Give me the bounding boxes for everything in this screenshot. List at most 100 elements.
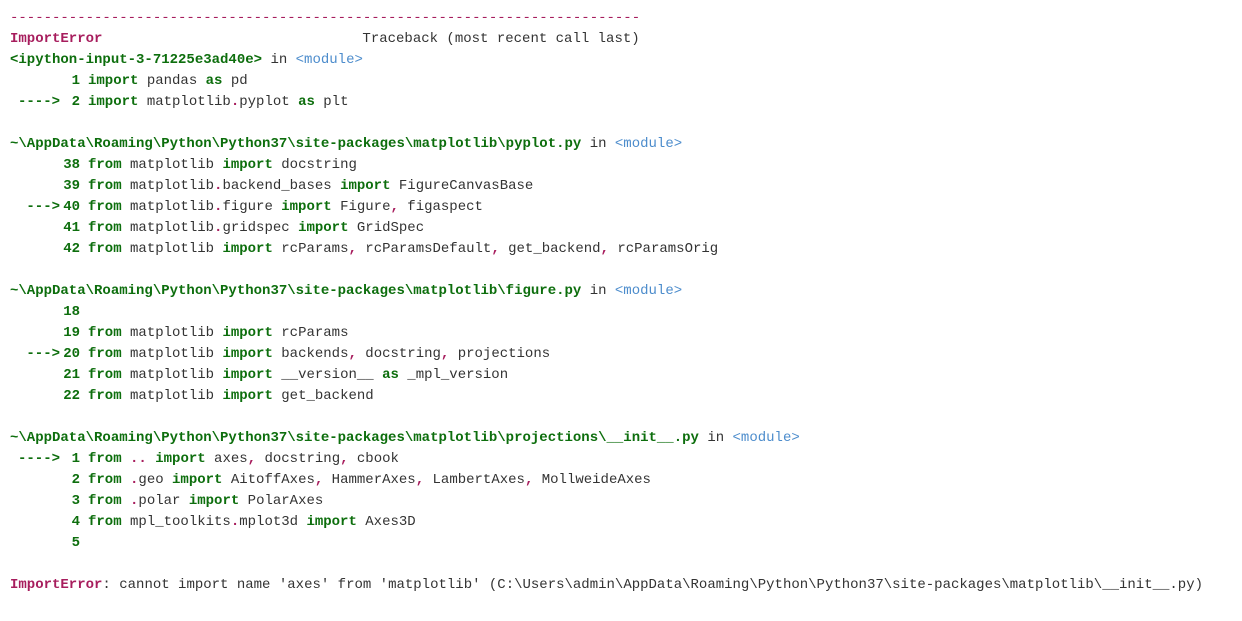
token-kw: from (88, 157, 122, 173)
code-content: from matplotlib import docstring (88, 155, 357, 176)
final-error-colon: : (102, 577, 119, 593)
token-kw: from (88, 451, 122, 467)
code-line: 21from matplotlib import __version__ as … (10, 365, 1232, 386)
line-number: 41 (60, 218, 88, 239)
token-name: docstring (273, 157, 357, 173)
token-kw: from (88, 178, 122, 194)
code-content: from .polar import PolarAxes (88, 491, 323, 512)
token-kw: as (206, 73, 223, 89)
traceback-label: Traceback (most recent call last) (362, 29, 639, 50)
code-content: from matplotlib import rcParams, rcParam… (88, 239, 718, 260)
token-kw: from (88, 514, 122, 530)
token-kw: import (222, 367, 272, 383)
token-name: projections (449, 346, 550, 362)
token-kw: import (340, 178, 390, 194)
code-line: 42from matplotlib import rcParams, rcPar… (10, 239, 1232, 260)
code-line: 3from .polar import PolarAxes (10, 491, 1232, 512)
error-header: ImportError Traceback (most recent call … (10, 29, 1232, 50)
token-kw: import (281, 199, 331, 215)
token-name: pandas (138, 73, 205, 89)
final-error-name: ImportError (10, 577, 102, 593)
token-name: AitoffAxes (222, 472, 314, 488)
token-name (122, 451, 130, 467)
line-number: 40 (60, 197, 88, 218)
token-kw: from (88, 241, 122, 257)
arrow-indicator (10, 323, 60, 344)
token-kw: from (88, 367, 122, 383)
code-line: 39from matplotlib.backend_bases import F… (10, 176, 1232, 197)
frame-module: <module> (615, 283, 682, 299)
code-content: from matplotlib import get_backend (88, 386, 374, 407)
code-content: from matplotlib import __version__ as _m… (88, 365, 508, 386)
frame-module: <module> (615, 136, 682, 152)
token-kw: import (222, 388, 272, 404)
code-line: 38from matplotlib import docstring (10, 155, 1232, 176)
token-name: matplotlib (122, 220, 214, 236)
frames-list: <ipython-input-3-71225e3ad40e> in <modul… (10, 50, 1232, 554)
separator-line: ----------------------------------------… (10, 8, 1232, 29)
frame-path: ~\AppData\Roaming\Python\Python37\site-p… (10, 136, 581, 152)
code-content: import pandas as pd (88, 71, 248, 92)
token-kw: import (222, 241, 272, 257)
token-name: matplotlib (122, 346, 223, 362)
code-line: ----> 1from .. import axes, docstring, c… (10, 449, 1232, 470)
token-name: Axes3D (357, 514, 416, 530)
code-line: 19from matplotlib import rcParams (10, 323, 1232, 344)
token-kw: import (88, 94, 138, 110)
code-line: ---> 20from matplotlib import backends, … (10, 344, 1232, 365)
token-name: pd (222, 73, 247, 89)
frame-header: ~\AppData\Roaming\Python\Python37\site-p… (10, 281, 1232, 302)
token-name: PolarAxes (239, 493, 323, 509)
token-name: backends (273, 346, 349, 362)
frame-header: <ipython-input-3-71225e3ad40e> in <modul… (10, 50, 1232, 71)
code-content: from matplotlib.gridspec import GridSpec (88, 218, 424, 239)
code-line: 41from matplotlib.gridspec import GridSp… (10, 218, 1232, 239)
token-op: , (348, 241, 356, 257)
arrow-indicator (10, 491, 60, 512)
code-line: 4from mpl_toolkits.mplot3d import Axes3D (10, 512, 1232, 533)
token-name (122, 472, 130, 488)
frame-in: in (581, 283, 615, 299)
token-kw: from (88, 325, 122, 341)
token-kw: import (222, 325, 272, 341)
frame-module: <module> (296, 52, 363, 68)
token-name: mplot3d (239, 514, 306, 530)
token-name (122, 493, 130, 509)
line-number: 20 (60, 344, 88, 365)
code-content: from .. import axes, docstring, cbook (88, 449, 399, 470)
token-name: figure (222, 199, 281, 215)
token-name: FigureCanvasBase (390, 178, 533, 194)
token-name: geo (138, 472, 172, 488)
token-kw: as (382, 367, 399, 383)
token-name: matplotlib (122, 157, 223, 173)
token-op: . (231, 94, 239, 110)
frame-module: <module> (733, 430, 800, 446)
token-kw: from (88, 388, 122, 404)
frame-in: in (581, 136, 615, 152)
token-op: , (390, 199, 398, 215)
arrow-indicator (10, 470, 60, 491)
blank-line (10, 407, 1232, 428)
token-name: axes (206, 451, 248, 467)
token-name: matplotlib (122, 367, 223, 383)
token-name: docstring (256, 451, 340, 467)
arrow-indicator (10, 302, 60, 323)
token-name: docstring (357, 346, 441, 362)
line-number: 1 (60, 449, 88, 470)
token-name: MollweideAxes (533, 472, 651, 488)
code-content: from .geo import AitoffAxes, HammerAxes,… (88, 470, 651, 491)
token-name: cbook (349, 451, 399, 467)
arrow-indicator (10, 71, 60, 92)
traceback-container: ----------------------------------------… (10, 8, 1232, 596)
blank-line (10, 113, 1232, 134)
error-name: ImportError (10, 29, 102, 50)
arrow-indicator (10, 365, 60, 386)
code-line: 22from matplotlib import get_backend (10, 386, 1232, 407)
frame-in: in (262, 52, 296, 68)
final-error-line: ImportError: cannot import name 'axes' f… (10, 575, 1232, 596)
line-number: 1 (60, 71, 88, 92)
token-kw: import (298, 220, 348, 236)
token-name: pyplot (239, 94, 298, 110)
line-number: 3 (60, 491, 88, 512)
token-name: figaspect (399, 199, 483, 215)
